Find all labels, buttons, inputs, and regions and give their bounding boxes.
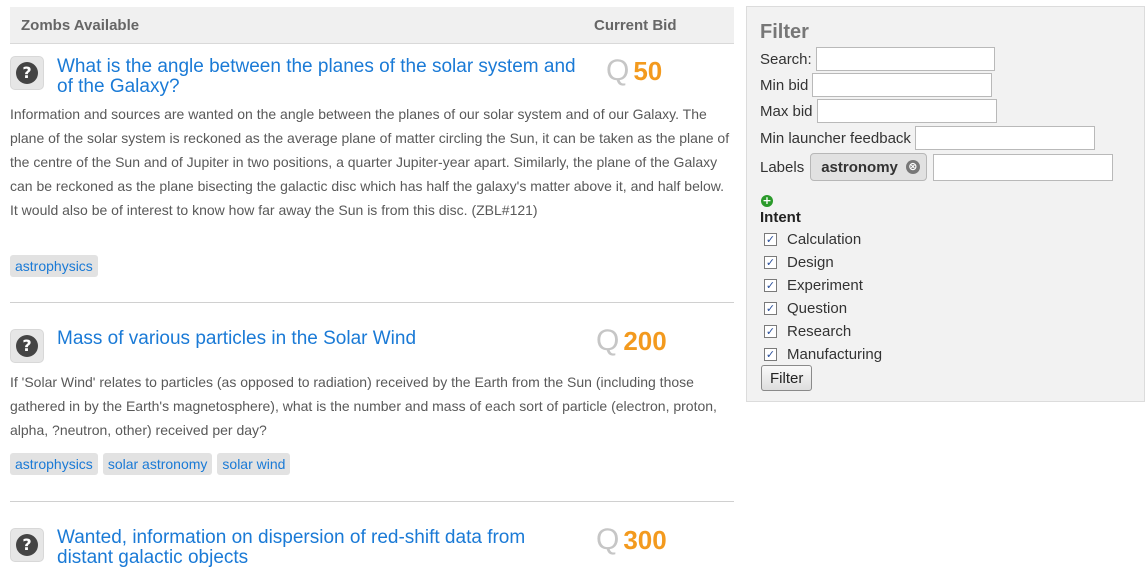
intent-item-design: ✓ Design (764, 251, 882, 274)
tag[interactable]: astrophysics (10, 453, 98, 475)
tag[interactable]: astrophysics (10, 255, 98, 277)
labels-input[interactable] (932, 153, 1113, 181)
checkbox[interactable]: ✓ (764, 348, 777, 361)
checkbox[interactable]: ✓ (764, 256, 777, 269)
intent-label: Research (787, 323, 852, 340)
min-bid-label: Min bid (760, 76, 809, 94)
min-feedback-input[interactable] (914, 126, 1095, 150)
intent-item-manufacturing: ✓ Manufacturing (764, 343, 882, 366)
zomb-item: ? Mass of various particles in the Solar… (10, 303, 734, 502)
zomb-title-link[interactable]: Mass of various particles in the Solar W… (57, 329, 577, 349)
zombs-listing: Zombs Available Current Bid ? What is th… (10, 7, 734, 582)
filter-panel: Filter Search: Min bid Max bid Min launc… (746, 6, 1145, 402)
labels-row: Labels astronomy ⊗ (760, 153, 1113, 181)
column-title-bid: Current Bid (594, 16, 677, 34)
min-bid-row: Min bid (760, 73, 993, 97)
checkbox[interactable]: ✓ (764, 233, 777, 246)
intent-item-experiment: ✓ Experiment (764, 274, 882, 297)
max-bid-row: Max bid (760, 99, 997, 123)
intent-item-calculation: ✓ Calculation (764, 228, 882, 251)
zomb-title-link[interactable]: Wanted, information on dispersion of red… (57, 528, 577, 568)
zomb-title-link[interactable]: What is the angle between the planes of … (57, 57, 577, 97)
label-chip-text: astronomy (821, 158, 898, 176)
labels-label: Labels (760, 158, 805, 176)
zomb-item: ? Wanted, information on dispersion of r… (10, 502, 734, 582)
zomb-item: ? What is the angle between the planes o… (10, 44, 734, 303)
search-label: Search: (760, 50, 812, 68)
min-feedback-label: Min launcher feedback (760, 129, 911, 147)
tag[interactable]: solar wind (217, 453, 291, 475)
checkbox[interactable]: ✓ (764, 279, 777, 292)
tag-list: astrophysics (10, 255, 98, 277)
question-mark-icon: ? (10, 329, 44, 363)
question-mark-icon: ? (10, 56, 44, 90)
intent-label: Experiment (787, 277, 863, 294)
current-bid: Q 300 (596, 523, 667, 556)
bid-currency-icon: Q (606, 54, 630, 87)
bid-currency-icon: Q (596, 324, 620, 357)
remove-circle-icon[interactable]: ⊗ (905, 160, 920, 174)
current-bid: Q 200 (596, 324, 667, 357)
intent-title: Intent (760, 209, 801, 226)
tag[interactable]: solar astronomy (102, 453, 213, 475)
checkbox[interactable]: ✓ (764, 302, 777, 315)
filter-title: Filter (760, 21, 809, 43)
bid-amount: 300 (623, 525, 667, 555)
tag-list: astrophysics solar astronomy solar wind (10, 453, 291, 475)
intent-list: ✓ Calculation ✓ Design ✓ Experiment ✓ Qu… (764, 228, 882, 366)
search-input[interactable] (815, 47, 995, 71)
current-bid: Q 50 (606, 54, 663, 87)
listing-header: Zombs Available Current Bid (10, 7, 734, 44)
min-bid-input[interactable] (812, 73, 993, 97)
bid-amount: 50 (633, 56, 663, 86)
intent-label: Calculation (787, 231, 862, 248)
intent-item-research: ✓ Research (764, 320, 882, 343)
bid-currency-icon: Q (596, 523, 620, 556)
plus-circle-icon[interactable]: + (761, 195, 773, 207)
zomb-description: If 'Solar Wind' relates to particles (as… (10, 374, 717, 438)
label-chip: astronomy ⊗ (810, 153, 927, 181)
zomb-description: Information and sources are wanted on th… (10, 106, 730, 218)
intent-label: Design (787, 254, 834, 271)
min-feedback-row: Min launcher feedback (760, 126, 1095, 150)
intent-item-question: ✓ Question (764, 297, 882, 320)
search-row: Search: (760, 47, 995, 71)
question-mark-icon: ? (10, 528, 44, 562)
max-bid-input[interactable] (816, 99, 997, 123)
max-bid-label: Max bid (760, 102, 813, 120)
bid-amount: 200 (623, 326, 667, 356)
intent-label: Question (787, 300, 848, 317)
intent-label: Manufacturing (787, 346, 883, 363)
column-title-zombs: Zombs Available (21, 16, 140, 34)
checkbox[interactable]: ✓ (764, 325, 777, 338)
filter-button[interactable]: Filter (761, 365, 813, 391)
